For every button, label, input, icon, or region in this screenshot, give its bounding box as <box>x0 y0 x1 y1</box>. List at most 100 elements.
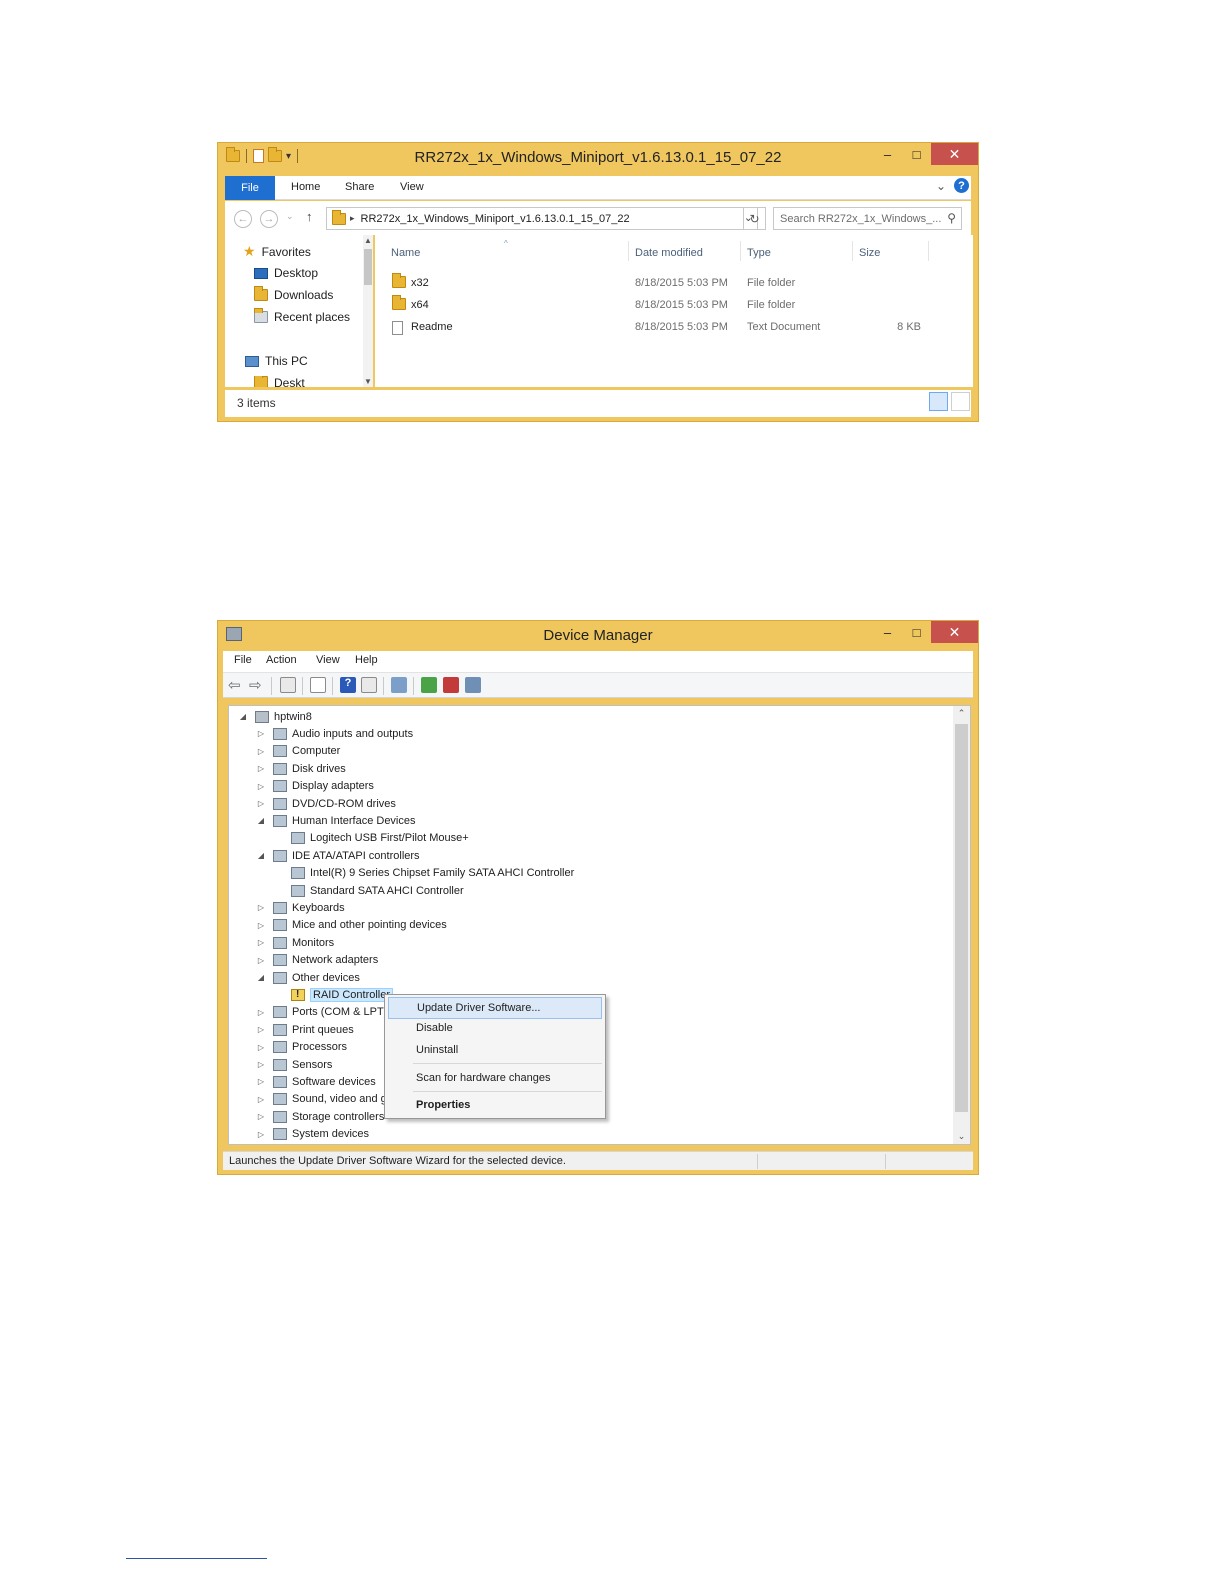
expand-icon[interactable]: ▷ <box>255 1077 267 1086</box>
up-button[interactable]: ↑ <box>306 209 313 224</box>
tab-home[interactable]: Home <box>291 181 320 193</box>
menu-item-scan-hardware[interactable]: Scan for hardware changes <box>388 1067 602 1089</box>
file-row[interactable]: x64 8/18/2015 5:03 PM File folder <box>375 295 973 317</box>
column-header-date[interactable]: Date modified <box>635 247 703 259</box>
tab-view[interactable]: View <box>400 181 424 193</box>
update-driver-icon[interactable] <box>421 677 437 693</box>
nav-scrollbar[interactable]: ▲ ▼ <box>363 235 373 387</box>
menu-item-properties[interactable]: Properties <box>388 1094 602 1116</box>
tree-root[interactable]: ◢ hptwin8 <box>237 708 312 725</box>
close-button[interactable]: ✕ <box>931 143 978 165</box>
tree-node-software-devices[interactable]: ▷ Software devices <box>255 1073 376 1090</box>
minimize-button[interactable]: ‒ <box>873 143 902 165</box>
tree-node-computer[interactable]: ▷ Computer <box>255 743 340 760</box>
expand-icon[interactable]: ▷ <box>255 764 267 773</box>
tree-device-raid-controller[interactable]: RAID Controller <box>255 986 394 1003</box>
nav-recent-places[interactable]: Recent places <box>254 308 350 324</box>
collapse-icon[interactable]: ◢ <box>255 816 267 825</box>
menu-item-disable[interactable]: Disable <box>388 1017 602 1039</box>
enable-device-icon[interactable] <box>465 677 481 693</box>
expand-icon[interactable]: ▷ <box>255 1060 267 1069</box>
tree-scrollbar[interactable]: ⌃ ⌄ <box>953 706 970 1144</box>
expand-icon[interactable]: ▷ <box>255 747 267 756</box>
scroll-thumb[interactable] <box>364 249 372 285</box>
expand-icon[interactable]: ▷ <box>255 1025 267 1034</box>
properties-icon[interactable] <box>310 677 326 693</box>
maximize-button[interactable]: □ <box>902 143 931 165</box>
tree-node-print-queues[interactable]: ▷ Print queues <box>255 1021 354 1038</box>
menu-action[interactable]: Action <box>266 654 297 666</box>
title-bar[interactable]: ▾ RR272x_1x_Windows_Miniport_v1.6.13.0.1… <box>218 143 978 173</box>
forward-button[interactable]: → <box>260 210 278 228</box>
forward-icon[interactable]: ⇨ <box>249 676 262 694</box>
expand-icon[interactable]: ▷ <box>255 956 267 965</box>
tree-node-human-interface-devices[interactable]: ◢ Human Interface Devices <box>255 812 416 829</box>
scroll-down-icon[interactable]: ▼ <box>363 377 373 386</box>
details-view-button[interactable] <box>929 392 948 411</box>
nav-downloads[interactable]: Downloads <box>254 286 333 302</box>
tree-node-audio-inputs-and-outputs[interactable]: ▷ Audio inputs and outputs <box>255 725 413 742</box>
menu-help[interactable]: Help <box>355 654 378 666</box>
menu-item-uninstall[interactable]: Uninstall <box>388 1039 602 1061</box>
tree-node-sensors[interactable]: ▷ Sensors <box>255 1056 332 1073</box>
tree-device-standard-sata-ahci-controller[interactable]: Standard SATA AHCI Controller <box>255 882 464 899</box>
expand-icon[interactable]: ▷ <box>255 1095 267 1104</box>
expand-icon[interactable]: ▷ <box>255 1112 267 1121</box>
nav-this-pc[interactable]: This PC <box>245 354 308 368</box>
tree-node-processors[interactable]: ▷ Processors <box>255 1039 347 1056</box>
tab-share[interactable]: Share <box>345 181 374 193</box>
help-icon[interactable]: ? <box>340 677 356 693</box>
file-row[interactable]: x32 8/18/2015 5:03 PM File folder <box>375 273 973 295</box>
expand-icon[interactable]: ▷ <box>255 729 267 738</box>
recent-locations-icon[interactable]: ⌄ <box>286 211 294 222</box>
large-icons-view-button[interactable] <box>951 392 970 411</box>
back-icon[interactable]: ⇦ <box>228 676 241 694</box>
nav-desktop-partial[interactable]: Deskt <box>254 376 305 387</box>
tree-node-storage-controllers[interactable]: ▷ Storage controllers <box>255 1108 384 1125</box>
tree-node-ide-ata-atapi-controllers[interactable]: ◢ IDE ATA/ATAPI controllers <box>255 847 420 864</box>
expand-icon[interactable]: ▷ <box>255 1130 267 1139</box>
tree-node-disk-drives[interactable]: ▷ Disk drives <box>255 760 346 777</box>
maximize-button[interactable]: □ <box>902 621 931 643</box>
scroll-up-icon[interactable]: ⌃ <box>953 708 970 719</box>
collapse-icon[interactable]: ◢ <box>255 851 267 860</box>
tree-node-other-devices[interactable]: ◢ Other devices <box>255 969 360 986</box>
expand-icon[interactable]: ▷ <box>255 799 267 808</box>
tree-node-display-adapters[interactable]: ▷ Display adapters <box>255 778 374 795</box>
collapse-icon[interactable]: ◢ <box>237 712 249 721</box>
menu-view[interactable]: View <box>316 654 340 666</box>
menu-item-update-driver[interactable]: Update Driver Software... <box>388 997 602 1019</box>
help-icon[interactable]: ? <box>954 178 969 193</box>
scroll-up-icon[interactable]: ▲ <box>363 236 373 245</box>
address-bar[interactable]: ▸ RR272x_1x_Windows_Miniport_v1.6.13.0.1… <box>326 207 758 230</box>
file-row[interactable]: Readme 8/18/2015 5:03 PM Text Document 8… <box>375 317 973 339</box>
uninstall-icon[interactable] <box>443 677 459 693</box>
expand-icon[interactable]: ▷ <box>255 921 267 930</box>
menu-file[interactable]: File <box>234 654 252 666</box>
scroll-thumb[interactable] <box>955 724 968 1112</box>
nav-desktop[interactable]: Desktop <box>254 266 318 280</box>
tree-device-logitech-usb-first-pilot-mouse[interactable]: Logitech USB First/Pilot Mouse+ <box>255 830 469 847</box>
show-hide-console-tree-icon[interactable] <box>280 677 296 693</box>
tab-file[interactable]: File <box>225 176 275 200</box>
tree-node-dvd-cd-rom-drives[interactable]: ▷ DVD/CD-ROM drives <box>255 795 396 812</box>
column-header-size[interactable]: Size <box>859 247 880 259</box>
column-header-name[interactable]: Name <box>391 247 420 259</box>
tree-node-network-adapters[interactable]: ▷ Network adapters <box>255 952 378 969</box>
search-icon[interactable]: ⚲ <box>947 211 956 225</box>
tree-device-intel-r-9-series-chipset-family-sata-ahci-controller[interactable]: Intel(R) 9 Series Chipset Family SATA AH… <box>255 865 574 882</box>
tree-node-ports-com-lpt[interactable]: ▷ Ports (COM & LPT) <box>255 1004 387 1021</box>
tree-node-system-devices[interactable]: ▷ System devices <box>255 1126 369 1143</box>
expand-icon[interactable]: ▷ <box>255 1043 267 1052</box>
tree-node-mice-and-other-pointing-devices[interactable]: ▷ Mice and other pointing devices <box>255 917 447 934</box>
back-button[interactable]: ← <box>234 210 252 228</box>
expand-icon[interactable]: ▷ <box>255 782 267 791</box>
refresh-button[interactable]: ↻ <box>743 207 766 230</box>
column-header-type[interactable]: Type <box>747 247 771 259</box>
search-input[interactable]: Search RR272x_1x_Windows_... ⚲ <box>773 207 962 230</box>
tree-node-keyboards[interactable]: ▷ Keyboards <box>255 899 345 916</box>
scroll-down-icon[interactable]: ⌄ <box>953 1131 970 1142</box>
expand-icon[interactable]: ▷ <box>255 1008 267 1017</box>
action-pane-icon[interactable] <box>361 677 377 693</box>
expand-icon[interactable]: ▷ <box>255 903 267 912</box>
